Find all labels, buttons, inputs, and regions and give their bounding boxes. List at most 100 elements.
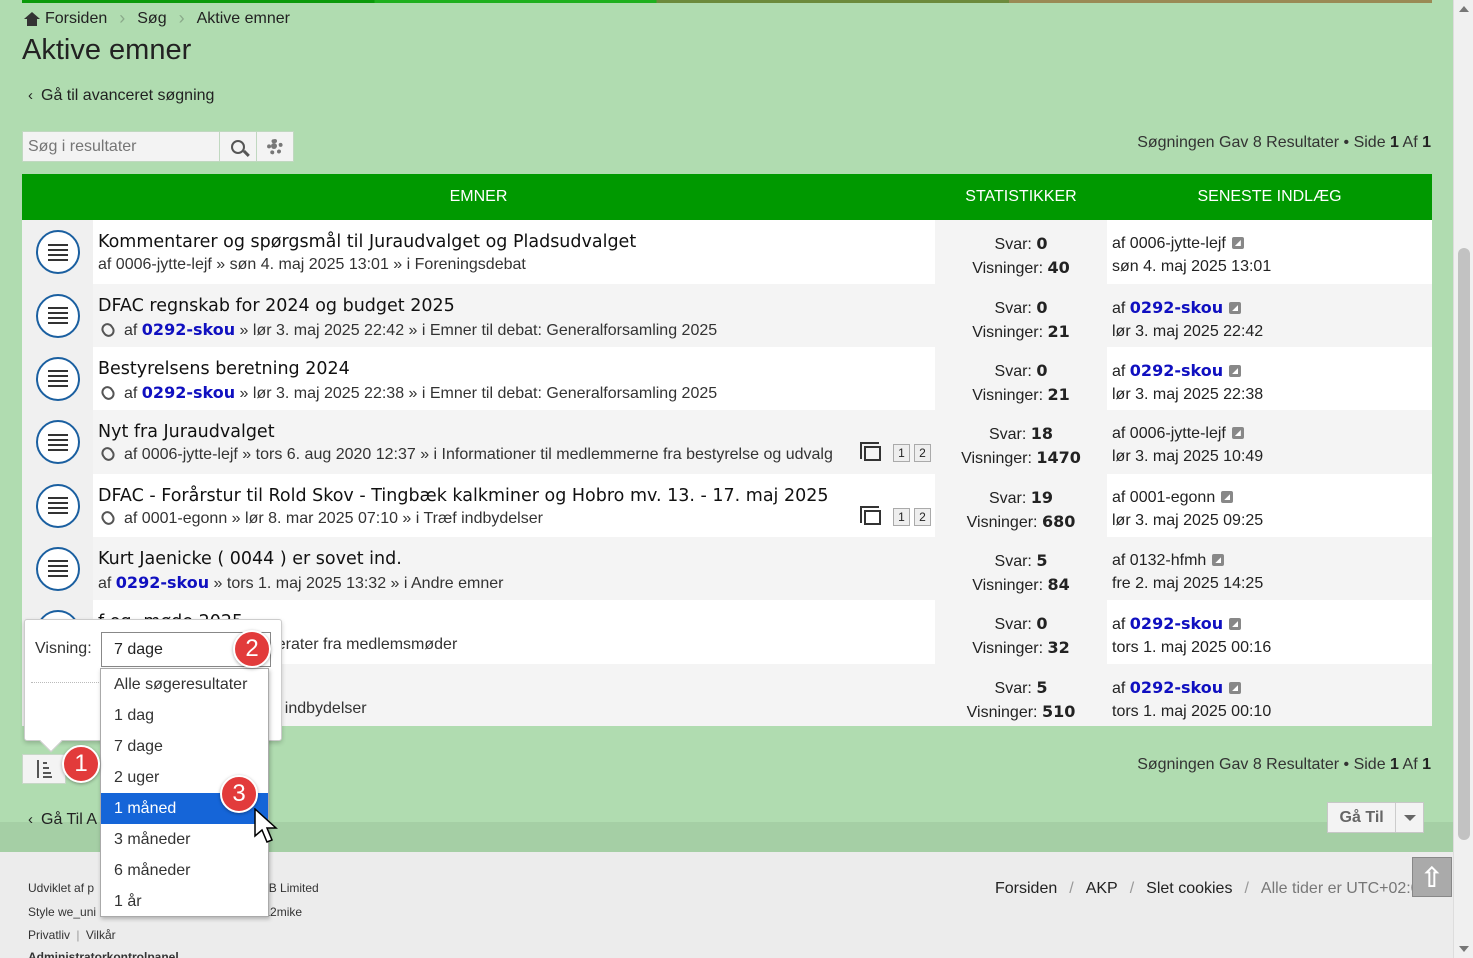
topic-title-link[interactable]: DFAC regnskab for 2024 og budget 2025 [98, 296, 455, 316]
acp-link[interactable]: Administratorkontrolpanel [28, 950, 179, 958]
topic-cell: DFAC - Forårstur til Rold Skov - Tingbæk… [93, 474, 935, 537]
by-label: af [1112, 300, 1126, 317]
last-author-link[interactable]: 0292-skou [1130, 361, 1223, 380]
topic-title-link[interactable]: Nyt fra Juraudvalget [98, 422, 275, 442]
footer-acp-link[interactable]: AKP [1086, 880, 1118, 898]
footer-delete-cookies-link[interactable]: Slet cookies [1146, 880, 1232, 898]
last-author-link[interactable]: 0132-hfmh [1130, 552, 1207, 569]
sort-options-button[interactable] [22, 754, 66, 784]
topic-read-icon [35, 546, 80, 591]
author-link[interactable]: 0292-skou [142, 383, 235, 402]
last-post-cell: af 0132-hfmh fre 2. maj 2025 14:25 [1107, 537, 1432, 600]
topic-title-link[interactable]: Bestyrelsens beretning 2024 [98, 359, 350, 379]
display-option[interactable]: 7 dage [101, 731, 268, 762]
author-link[interactable]: 0001-egonn [142, 510, 227, 527]
goto-last-post-icon[interactable] [1221, 491, 1234, 503]
views-count: 32 [1047, 638, 1070, 657]
goto-button[interactable]: Gå Til [1327, 802, 1424, 833]
goto-dropdown[interactable] [1396, 803, 1423, 832]
topic-title-link[interactable]: Kurt Jaenicke ( 0044 ) er sovet ind. [98, 549, 402, 569]
goto-last-post-icon[interactable] [1212, 554, 1225, 566]
goback-link[interactable]: ‹ Gå Til A [28, 811, 97, 829]
page-link[interactable]: 2 [914, 508, 931, 526]
author-link[interactable]: 0006-jytte-lejf [116, 256, 212, 273]
pages-icon [860, 505, 881, 525]
last-author-link[interactable]: 0292-skou [1130, 614, 1223, 633]
by-label: af [1112, 616, 1126, 633]
display-option[interactable]: Alle søgeresultater [101, 669, 268, 700]
scroll-down-icon[interactable] [1459, 946, 1469, 952]
footer-home-link[interactable]: Forsiden [995, 880, 1057, 898]
views: Visninger: 510 [935, 700, 1107, 724]
mouse-cursor-icon [254, 808, 278, 843]
advanced-search-button[interactable] [257, 131, 294, 162]
stats-cell: Svar: 19 Visninger: 680 [935, 474, 1107, 537]
scrollbar[interactable] [1453, 0, 1473, 958]
goto-label: Gå Til [1328, 803, 1397, 832]
replies: Svar: 19 [935, 486, 1107, 510]
gear-icon [267, 138, 283, 155]
replies-count: 0 [1036, 614, 1048, 633]
goto-last-post-icon[interactable] [1231, 427, 1244, 439]
popup-arrow [39, 729, 63, 753]
footer-line1: Udviklet af p [28, 881, 95, 895]
last-author-link[interactable]: 0006-jytte-lejf [1130, 425, 1226, 442]
goto-last-post-icon[interactable] [1231, 237, 1244, 249]
views-count: 21 [1047, 322, 1070, 341]
display-option[interactable]: 1 år [101, 886, 268, 917]
breadcrumb-home[interactable]: Forsiden [45, 10, 107, 28]
replies: Svar: 0 [935, 612, 1107, 636]
replies-label: Svar: [994, 236, 1032, 253]
last-author-link[interactable]: 0001-egonn [1130, 489, 1215, 506]
page-link[interactable]: 1 [893, 508, 910, 526]
results-total: 1 [1422, 756, 1431, 773]
page-link[interactable]: 2 [914, 444, 931, 462]
display-option[interactable]: 3 måneder [101, 824, 268, 855]
author-link[interactable]: 0006-jytte-lejf [142, 446, 238, 463]
advanced-search-link[interactable]: ‹ Gå til avanceret søgning [28, 87, 214, 105]
by-label: af [1112, 489, 1126, 506]
search-button[interactable] [220, 131, 257, 162]
table-row: DFAC regnskab for 2024 og budget 2025 af … [22, 284, 1432, 347]
last-post-date: lør 3. maj 2025 22:38 [1112, 386, 1264, 403]
chevron-left-icon: ‹ [28, 811, 33, 828]
views-label: Visninger: [966, 514, 1038, 531]
page-title: Aktive emner [22, 34, 192, 66]
display-option[interactable]: 1 dag [101, 700, 268, 731]
header-stats: STATISTIKKER [965, 188, 1077, 205]
goto-last-post-icon[interactable] [1229, 682, 1242, 694]
replies-count: 5 [1036, 678, 1048, 697]
topic-title-link[interactable]: Kommentarer og spørgsmål til Juraudvalge… [98, 232, 636, 252]
privacy-link[interactable]: Privatliv [28, 928, 70, 942]
attachment-icon [99, 444, 117, 464]
results-total: 1 [1422, 134, 1431, 151]
attachment-icon [99, 320, 117, 340]
author-link[interactable]: 0292-skou [142, 320, 235, 339]
goto-last-post-icon[interactable] [1229, 618, 1242, 630]
last-post-author: af 0292-skou [1112, 296, 1427, 320]
goto-last-post-icon[interactable] [1229, 302, 1242, 314]
topic-title-link[interactable]: DFAC - Forårstur til Rold Skov - Tingbæk… [98, 486, 829, 506]
scroll-up-icon[interactable] [1459, 6, 1469, 12]
breadcrumb-current[interactable]: Aktive emner [197, 10, 290, 28]
topic-meta: af 0292-skou » lør 3. maj 2025 22:38 » i… [98, 383, 717, 403]
results-text: Søgningen Gav 8 Resultater • Side [1137, 134, 1386, 151]
goto-last-post-icon[interactable] [1229, 365, 1242, 377]
breadcrumb-search[interactable]: Søg [137, 10, 166, 28]
terms-link[interactable]: Vilkår [86, 928, 116, 942]
scroll-thumb[interactable] [1458, 248, 1470, 840]
page-link[interactable]: 1 [893, 444, 910, 462]
display-option[interactable]: 6 måneder [101, 855, 268, 886]
back-to-top-button[interactable]: ⇧ [1412, 857, 1452, 897]
author-link[interactable]: 0292-skou [116, 573, 209, 592]
last-author-link[interactable]: 0292-skou [1130, 298, 1223, 317]
last-author-link[interactable]: 0292-skou [1130, 678, 1223, 697]
table-row: Kurt Jaenicke ( 0044 ) er sovet ind. af 0… [22, 537, 1432, 600]
page: Forsiden › Søg › Aktive emner Aktive emn… [0, 0, 1453, 958]
topic-cell: Bestyrelsens beretning 2024 af 0292-skou … [93, 347, 935, 410]
footer-nav-sep: / [1244, 880, 1249, 897]
search-input[interactable] [22, 131, 220, 162]
views-label: Visninger: [972, 324, 1044, 341]
views-count: 680 [1041, 512, 1076, 531]
last-author-link[interactable]: 0006-jytte-lejf [1130, 235, 1226, 252]
